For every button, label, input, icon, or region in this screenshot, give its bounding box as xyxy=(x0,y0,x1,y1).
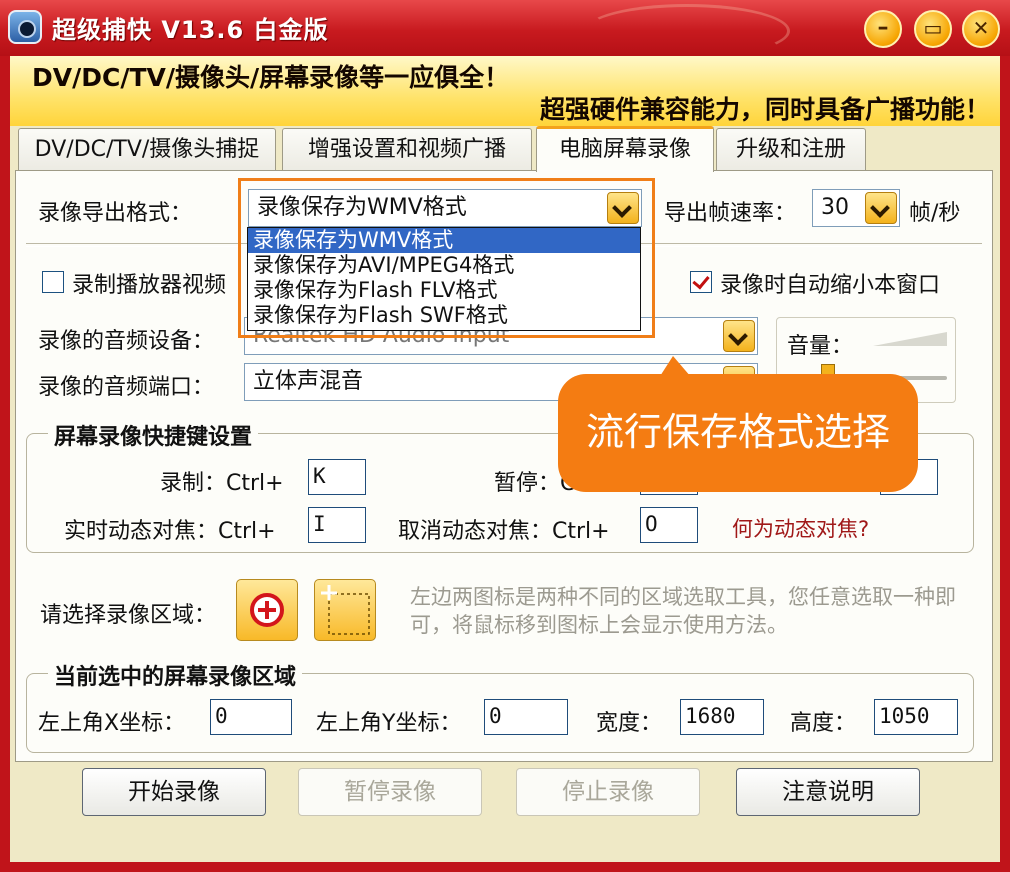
tab-screen-recording[interactable]: 电脑屏幕录像 xyxy=(536,126,714,172)
stop-recording-button[interactable]: 停止录像 xyxy=(516,768,700,816)
record-player-label: 录制播放器视频 xyxy=(72,273,227,298)
volume-label: 音量： xyxy=(787,334,854,359)
record-hotkey-input[interactable]: K xyxy=(308,459,366,495)
close-icon: ✕ xyxy=(972,16,990,40)
audio-port-value: 立体声混音 xyxy=(253,369,364,394)
notes-button[interactable]: 注意说明 xyxy=(736,768,920,816)
fps-label: 导出帧速率： xyxy=(664,201,797,226)
fps-unit: 帧/秒 xyxy=(909,201,961,226)
region-label: 请选择录像区域： xyxy=(40,603,217,628)
hotkeys-group-title: 屏幕录像快捷键设置 xyxy=(48,419,259,451)
banner-slogan-2: 超强硬件兼容能力，同时具备广播功能！ xyxy=(539,95,990,124)
pause-recording-button[interactable]: 暂停录像 xyxy=(298,768,482,816)
minimize-button[interactable]: – xyxy=(864,10,902,48)
start-recording-button[interactable]: 开始录像 xyxy=(82,768,266,816)
chevron-down-icon[interactable] xyxy=(865,192,897,224)
select-area-icon xyxy=(321,585,370,635)
auto-minimize-checkbox[interactable] xyxy=(690,271,712,293)
width-input[interactable]: 1680 xyxy=(680,699,764,735)
dynamic-focus-help-link[interactable]: 何为动态对焦? xyxy=(732,513,869,543)
height-input[interactable]: 1050 xyxy=(874,699,958,735)
tab-capture[interactable]: DV/DC/TV/摄像头捕捉 xyxy=(18,128,276,170)
auto-minimize-label: 录像时自动缩小本窗口 xyxy=(720,273,941,298)
window-title: 超级捕快 V13.6 白金版 xyxy=(52,16,329,44)
focus-hotkey-label: 实时动态对焦：Ctrl+ xyxy=(64,519,276,544)
current-region-title: 当前选中的屏幕录像区域 xyxy=(48,659,303,691)
window-frame-bottom xyxy=(0,862,1010,872)
y-coord-label: 左上角Y坐标： xyxy=(316,711,462,736)
chevron-down-icon[interactable] xyxy=(723,320,755,352)
x-coord-input[interactable]: 0 xyxy=(210,699,292,735)
x-coord-label: 左上角X坐标： xyxy=(38,711,186,736)
select-area-button[interactable] xyxy=(314,579,376,641)
y-coord-input[interactable]: 0 xyxy=(484,699,568,735)
tab-enhanced-broadcast[interactable]: 增强设置和视频广播 xyxy=(282,128,532,170)
width-label: 宽度： xyxy=(596,711,663,736)
cancel-focus-hotkey-label: 取消动态对焦：Ctrl+ xyxy=(398,519,610,544)
title-bar[interactable]: 超级捕快 V13.6 白金版 – ▭ ✕ xyxy=(0,0,1010,58)
audio-device-label: 录像的音频设备： xyxy=(38,329,215,354)
maximize-button[interactable]: ▭ xyxy=(914,10,952,48)
minimize-icon: – xyxy=(877,15,889,40)
fps-value: 30 xyxy=(821,195,849,220)
close-button[interactable]: ✕ xyxy=(962,10,1000,48)
decorative-cloud-pattern xyxy=(584,4,790,58)
maximize-icon: ▭ xyxy=(923,16,943,40)
highlight-frame xyxy=(238,178,655,338)
annotation-callout: 流行保存格式选择 xyxy=(558,374,918,492)
camera-app-icon xyxy=(8,10,42,44)
volume-ramp xyxy=(873,332,947,346)
cancel-focus-hotkey-input[interactable]: O xyxy=(640,507,698,543)
promo-banner: DV/DC/TV/摄像头/屏幕录像等一应俱全！ 超强硬件兼容能力，同时具备广播功… xyxy=(10,56,1000,127)
height-label: 高度： xyxy=(790,711,857,736)
region-hint-text: 左边两图标是两种不同的区域选取工具，您任意选取一种即可，将鼠标移到图标上会显示使… xyxy=(410,585,956,637)
audio-port-label: 录像的音频端口： xyxy=(38,375,215,400)
crosshair-button[interactable] xyxy=(236,579,298,641)
record-hotkey-label: 录制：Ctrl+ xyxy=(160,471,284,496)
focus-hotkey-input[interactable]: I xyxy=(308,507,366,543)
export-format-label: 录像导出格式： xyxy=(38,201,193,226)
banner-slogan-1: DV/DC/TV/摄像头/屏幕录像等一应俱全！ xyxy=(32,63,510,92)
tab-upgrade-register[interactable]: 升级和注册 xyxy=(716,128,866,170)
record-player-checkbox[interactable] xyxy=(42,271,64,293)
crosshair-icon xyxy=(250,593,284,627)
fps-select[interactable]: 30 xyxy=(812,189,900,227)
app-window: 超级捕快 V13.6 白金版 – ▭ ✕ DV/DC/TV/摄像头/屏幕录像等一… xyxy=(0,0,1010,872)
